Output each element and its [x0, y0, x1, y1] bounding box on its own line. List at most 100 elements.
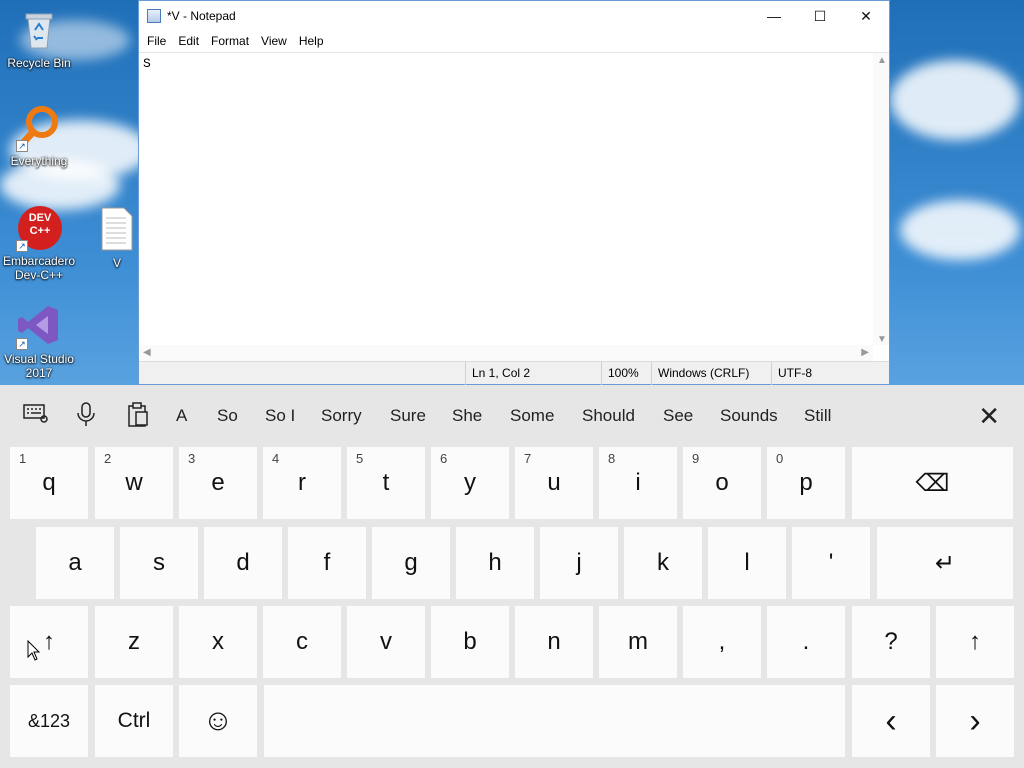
key-label: Ctrl [117, 709, 151, 732]
dictation-button[interactable] [72, 402, 100, 428]
key-c[interactable]: c [263, 606, 341, 678]
suggestion-item[interactable]: So [217, 406, 238, 426]
key-i[interactable]: 8i [599, 447, 677, 519]
key-label: j [576, 549, 582, 576]
status-position: Ln 1, Col 2 [465, 362, 601, 385]
text-editor[interactable]: S ▲ ▼ ◀ ▶ [139, 52, 889, 361]
suggestion-item[interactable]: She [452, 406, 482, 426]
suggestion-item[interactable]: So I [265, 406, 295, 426]
key-d[interactable]: d [204, 527, 282, 599]
menu-file[interactable]: File [141, 34, 172, 48]
key-r[interactable]: 4r [263, 447, 341, 519]
suggestion-item[interactable]: Sorry [321, 406, 362, 426]
key-k[interactable]: k [624, 527, 702, 599]
clipboard-button[interactable] [124, 402, 152, 428]
arrow-left-key[interactable]: ‹ [852, 685, 930, 757]
key-label: h [488, 549, 502, 576]
key-label: r [298, 469, 306, 496]
backspace-key[interactable]: ⌫ [852, 447, 1013, 519]
key-label: d [236, 549, 250, 576]
suggestion-item[interactable]: Sounds [720, 406, 778, 426]
key-question[interactable]: ? [852, 606, 930, 678]
desktop-icon-everything[interactable]: ↗ Everything [0, 104, 78, 168]
suggestion-item[interactable]: Still [804, 406, 831, 426]
arrow-right-key[interactable]: › [936, 685, 1014, 757]
key-m[interactable]: m [599, 606, 677, 678]
scroll-up-icon[interactable]: ▲ [877, 55, 887, 66]
space-key[interactable] [264, 685, 845, 757]
key-z[interactable]: z [95, 606, 173, 678]
key-label: s [153, 549, 165, 576]
scroll-right-icon[interactable]: ▶ [861, 347, 869, 358]
minimize-button[interactable]: — [751, 1, 797, 31]
scroll-left-icon[interactable]: ◀ [143, 347, 151, 358]
key-g[interactable]: g [372, 527, 450, 599]
key-x[interactable]: x [179, 606, 257, 678]
shift-icon: ↑ [969, 628, 981, 655]
symbols-key[interactable]: &123 [10, 685, 88, 757]
key-label: i [635, 469, 641, 496]
clipboard-icon [128, 402, 148, 427]
maximize-button[interactable]: ☐ [797, 1, 843, 31]
key-b[interactable]: b [431, 606, 509, 678]
key-label: g [404, 549, 418, 576]
menu-format[interactable]: Format [205, 34, 255, 48]
close-window-button[interactable]: ✕ [843, 1, 889, 31]
desktop-icon-visual-studio[interactable]: ↗ Visual Studio 2017 [0, 302, 78, 380]
menu-view[interactable]: View [255, 34, 293, 48]
key-e[interactable]: 3e [179, 447, 257, 519]
key-v[interactable]: v [347, 606, 425, 678]
scroll-down-icon[interactable]: ▼ [877, 334, 887, 345]
suggestion-item[interactable]: Should [582, 406, 635, 426]
menu-help[interactable]: Help [293, 34, 330, 48]
title-bar[interactable]: *V - Notepad — ☐ ✕ [139, 1, 889, 31]
key-u[interactable]: 7u [515, 447, 593, 519]
shift-key-left[interactable]: ↑ [10, 606, 88, 678]
enter-key[interactable]: ↵ [877, 527, 1013, 599]
key-o[interactable]: 9o [683, 447, 761, 519]
key-h[interactable]: h [456, 527, 534, 599]
vertical-scrollbar[interactable]: ▲ ▼ [873, 53, 889, 345]
devcpp-badge-text: DEV C++ [28, 212, 52, 237]
close-keyboard-button[interactable]: ✕ [978, 401, 1000, 432]
suggestion-item[interactable]: Some [510, 406, 554, 426]
recycle-bin-icon [16, 6, 62, 52]
desktop-icon-label: Visual Studio 2017 [4, 352, 74, 380]
key-p[interactable]: 0p [767, 447, 845, 519]
emoji-key[interactable]: ☺ [179, 685, 257, 757]
menu-edit[interactable]: Edit [172, 34, 205, 48]
suggestion-item[interactable]: A [176, 406, 187, 426]
shift-key-right[interactable]: ↑ [936, 606, 1014, 678]
key-y[interactable]: 6y [431, 447, 509, 519]
status-bar: Ln 1, Col 2 100% Windows (CRLF) UTF-8 [139, 361, 889, 385]
status-encoding: UTF-8 [771, 362, 889, 385]
key-label: c [296, 628, 308, 655]
shortcut-arrow-icon: ↗ [16, 140, 28, 152]
key-comma[interactable]: , [683, 606, 761, 678]
suggestion-item[interactable]: See [663, 406, 693, 426]
key-f[interactable]: f [288, 527, 366, 599]
key-apostrophe[interactable]: ' [792, 527, 870, 599]
key-t[interactable]: 5t [347, 447, 425, 519]
key-s[interactable]: s [120, 527, 198, 599]
key-period[interactable]: . [767, 606, 845, 678]
visual-studio-icon: ↗ [16, 302, 62, 350]
desktop-icon-devcpp[interactable]: DEV C++ ↗ Embarcadero Dev-C++ [0, 204, 78, 282]
chevron-right-icon: › [969, 701, 981, 740]
key-label: b [463, 628, 477, 655]
key-w[interactable]: 2w [95, 447, 173, 519]
horizontal-scrollbar[interactable]: ◀ ▶ [139, 345, 873, 361]
key-label: w [125, 469, 143, 496]
ctrl-key[interactable]: Ctrl [95, 685, 173, 757]
desktop-icon-recycle-bin[interactable]: Recycle Bin [0, 6, 78, 70]
key-j[interactable]: j [540, 527, 618, 599]
key-q[interactable]: 1q [10, 447, 88, 519]
key-n[interactable]: n [515, 606, 593, 678]
key-a[interactable]: a [36, 527, 114, 599]
touch-keyboard: A So So I Sorry Sure She Some Should See… [0, 385, 1024, 768]
suggestion-item[interactable]: Sure [390, 406, 426, 426]
key-label: k [657, 549, 669, 576]
keyboard-settings-button[interactable] [22, 402, 50, 428]
key-l[interactable]: l [708, 527, 786, 599]
key-number-hint: 2 [104, 451, 112, 466]
